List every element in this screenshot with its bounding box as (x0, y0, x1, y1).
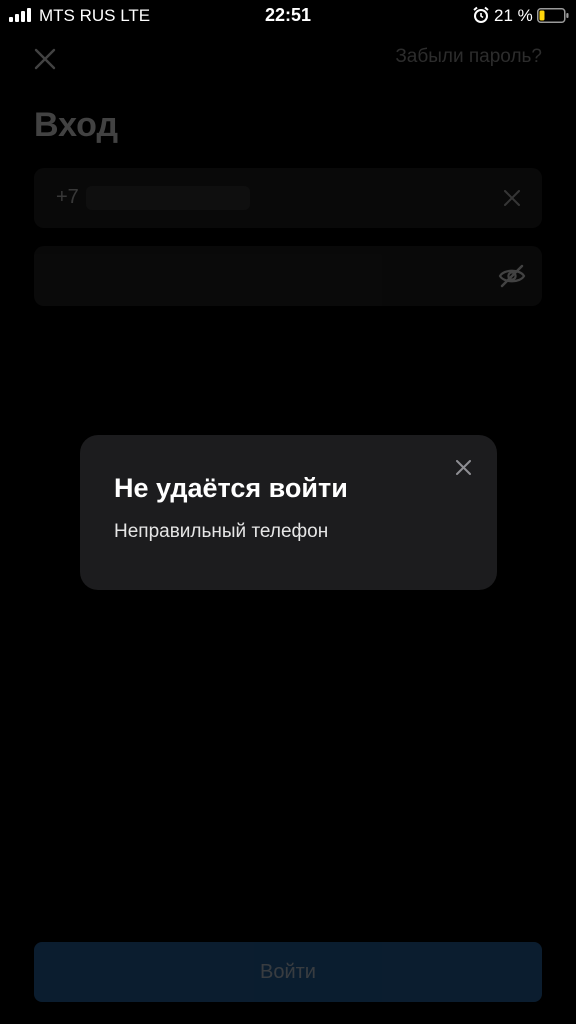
close-icon[interactable] (456, 460, 471, 475)
forgot-password-link[interactable]: Забыли пароль? (395, 46, 542, 68)
close-icon[interactable] (34, 48, 56, 70)
battery-low-icon (537, 8, 569, 23)
dialog-message: Неправильный телефон (114, 521, 329, 542)
dialog-title: Не удаётся войти (114, 473, 348, 503)
login-button[interactable]: Войти (34, 942, 542, 1002)
phone-input[interactable]: +7 (34, 168, 542, 228)
battery-percent: 21 % (494, 6, 533, 25)
phone-prefix: +7 (56, 186, 79, 208)
eye-off-icon[interactable] (498, 264, 526, 288)
clear-icon[interactable] (504, 190, 520, 206)
page-title: Вход (34, 106, 119, 144)
alarm-clock-icon (473, 6, 489, 23)
error-dialog: Не удаётся войти Неправильный телефон (80, 435, 497, 590)
password-input[interactable] (34, 246, 542, 306)
status-bar: MTS RUS LTE 22:51 21 % (0, 0, 576, 32)
phone-value-blurred (86, 186, 250, 210)
